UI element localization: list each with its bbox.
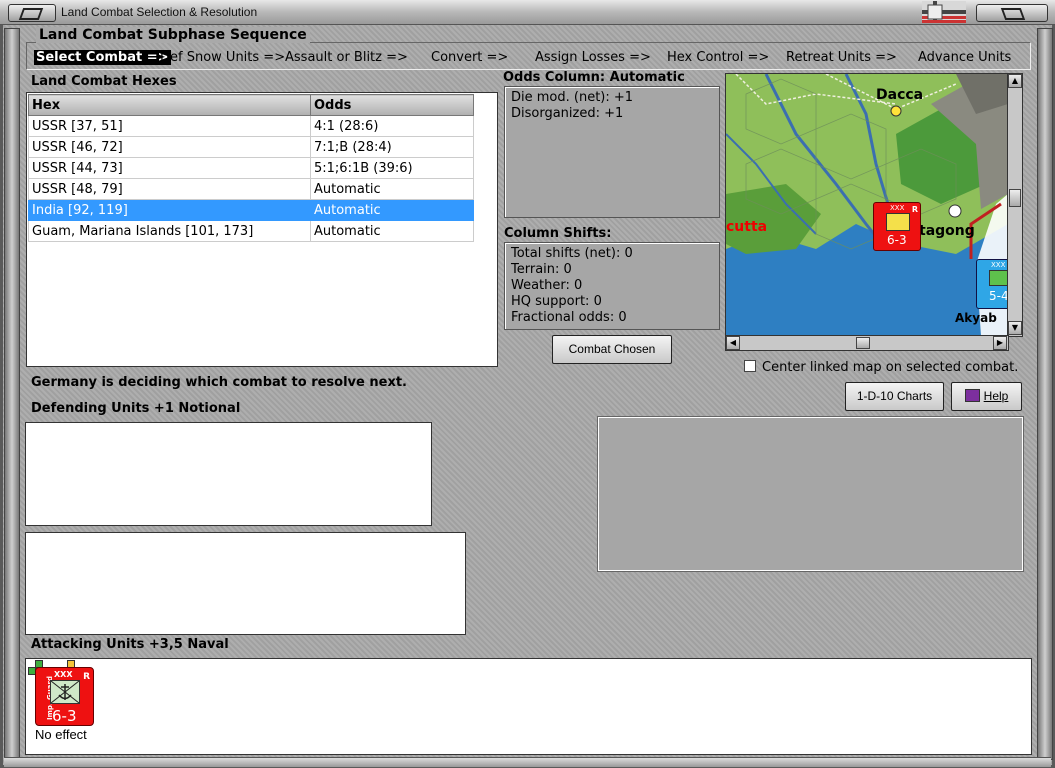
table-row-selected[interactable]: India [92, 119] Automatic xyxy=(28,199,474,221)
attacking-units-list[interactable] xyxy=(25,658,1032,755)
combat-info-panel xyxy=(597,416,1024,572)
step-assault-or-blitz: Assault or Blitz => xyxy=(285,50,408,65)
map-label-akyab: Akyab xyxy=(955,311,997,325)
subphase-sequence-legend: Land Combat Subphase Sequence xyxy=(36,27,310,43)
help-button[interactable]: Help xyxy=(951,382,1022,411)
odds-cell: 7:1;B (28:4) xyxy=(310,136,474,158)
unit-tag: R xyxy=(83,672,90,682)
table-row[interactable]: USSR [44, 73] 5:1;6:1B (39:6) xyxy=(28,157,474,179)
map-unit2-value: 5-4 xyxy=(989,289,1009,303)
title-bar: Land Combat Selection & Resolution xyxy=(0,0,1055,25)
column-shifts-panel: Total shifts (net): 0 Terrain: 0 Weather… xyxy=(504,242,720,330)
map-unit-counter[interactable]: XXX R 6-3 xyxy=(873,202,921,251)
center-linked-map-option[interactable]: Center linked map on selected combat. xyxy=(744,360,1018,375)
map-label-chittagong: tagong xyxy=(919,223,975,239)
odds-column-panel: Die mod. (net): +1 Disorganized: +1 xyxy=(504,86,720,218)
map-terrain xyxy=(726,74,1008,336)
table-row[interactable]: USSR [48, 79] Automatic xyxy=(28,178,474,200)
odds-cell: 4:1 (28:6) xyxy=(310,115,474,137)
scroll-down-icon[interactable]: ▼ xyxy=(1008,321,1022,335)
map-horizontal-scrollbar[interactable]: ◀ ▶ xyxy=(725,335,1009,351)
table-row[interactable]: USSR [37, 51] 4:1 (28:6) xyxy=(28,115,474,137)
map-unit-size: XXX xyxy=(890,204,905,212)
table-row[interactable]: Guam, Mariana Islands [101, 173] Automat… xyxy=(28,220,474,242)
hex-cell: USSR [46, 72] xyxy=(28,136,311,158)
map-label-calcutta: cutta xyxy=(726,219,768,235)
attacking-units-heading: Attacking Units +3,5 Naval xyxy=(31,637,229,652)
step-retreat-units: Retreat Units => xyxy=(786,50,897,65)
total-shifts-text: Total shifts (net): 0 xyxy=(511,246,633,261)
combat-result: No effect xyxy=(35,727,87,742)
hex-column-header[interactable]: Hex xyxy=(28,94,311,116)
map-vertical-scrollbar[interactable]: ▲ ▼ xyxy=(1007,73,1023,337)
hq-support-text: HQ support: 0 xyxy=(511,294,602,309)
die-modifier-text: Die mod. (net): +1 xyxy=(511,90,634,105)
odds-column-header[interactable]: Odds xyxy=(310,94,474,116)
scroll-up-icon[interactable]: ▲ xyxy=(1008,74,1022,88)
hex-cell: USSR [37, 51] xyxy=(28,115,311,137)
defending-units-detail[interactable] xyxy=(25,532,466,635)
hex-table-header: Hex Odds xyxy=(28,94,474,116)
center-linked-map-label: Center linked map on selected combat. xyxy=(762,360,1019,375)
map-hscroll-thumb[interactable] xyxy=(856,337,870,349)
close-button[interactable] xyxy=(976,4,1048,22)
terrain-shift-text: Terrain: 0 xyxy=(511,262,572,277)
hex-cell: Guam, Mariana Islands [101, 173] xyxy=(28,220,311,242)
fractional-odds-text: Fractional odds: 0 xyxy=(511,310,627,325)
scroll-left-icon[interactable]: ◀ xyxy=(726,336,740,350)
weather-shift-text: Weather: 0 xyxy=(511,278,583,293)
linked-map[interactable]: Dacca cutta tagong Akyab XXX R 6-3 XXX 5… xyxy=(725,73,1009,337)
scroll-right-icon[interactable]: ▶ xyxy=(993,336,1007,350)
table-row[interactable]: USSR [46, 72] 7:1;B (28:4) xyxy=(28,136,474,158)
map-unit-symbol-icon xyxy=(886,213,910,231)
column-shifts-heading: Column Shifts: xyxy=(504,226,612,241)
defending-units-list[interactable] xyxy=(25,422,432,526)
bottom-frame-bar xyxy=(4,757,1051,767)
hex-list-heading: Land Combat Hexes xyxy=(31,74,177,89)
unit-size: XXX xyxy=(54,670,73,679)
hex-cell: USSR [44, 73] xyxy=(28,157,311,179)
hex-list: Hex Odds USSR [37, 51] 4:1 (28:6) USSR [… xyxy=(26,92,498,367)
odds-column-heading: Odds Column: Automatic xyxy=(503,70,685,85)
window-title: Land Combat Selection & Resolution xyxy=(61,5,258,19)
status-message: Germany is deciding which combat to reso… xyxy=(31,375,407,390)
map-unit-value: 6-3 xyxy=(887,233,907,247)
step-assign-losses: Assign Losses => xyxy=(535,50,651,65)
unit-value: 6-3 xyxy=(52,707,77,725)
hex-cell: USSR [48, 79] xyxy=(28,178,311,200)
odds-cell: Automatic xyxy=(310,220,474,242)
help-button-label: Help xyxy=(983,389,1009,403)
help-book-icon xyxy=(964,389,980,402)
map-unit-counter-2[interactable]: XXX 5-4 xyxy=(976,259,1009,309)
amphibious-infantry-icon xyxy=(50,680,80,704)
map-label-dacca: Dacca xyxy=(876,87,924,103)
odds-cell: Automatic xyxy=(310,199,474,221)
map-vscroll-thumb[interactable] xyxy=(1009,189,1021,207)
right-frame-rail xyxy=(1037,28,1053,760)
map-unit2-symbol-icon xyxy=(989,270,1008,286)
attacking-unit-counter[interactable]: XXX R Imp. Guard 6-3 xyxy=(35,667,94,726)
step-hex-control: Hex Control => xyxy=(667,50,770,65)
map-unit2-size: XXX xyxy=(991,261,1006,269)
step-convert: Convert => xyxy=(431,50,509,65)
german-flag-icon xyxy=(922,1,966,23)
odds-cell: 5:1;6:1B (39:6) xyxy=(310,157,474,179)
center-linked-map-checkbox[interactable] xyxy=(744,360,756,372)
map-unit-tag: R xyxy=(911,205,918,214)
charts-button[interactable]: 1-D-10 Charts xyxy=(845,382,944,411)
odds-cell: Automatic xyxy=(310,178,474,200)
step-select-combat: Select Combat => xyxy=(34,50,171,65)
step-advance-units: Advance Units xyxy=(918,50,1012,65)
left-frame-rail xyxy=(4,28,20,760)
defending-units-heading: Defending Units +1 Notional xyxy=(31,401,241,416)
combat-chosen-button[interactable]: Combat Chosen xyxy=(552,335,672,364)
disorganized-text: Disorganized: +1 xyxy=(511,106,624,121)
minimize-button[interactable] xyxy=(8,4,56,22)
hex-cell: India [92, 119] xyxy=(28,199,311,221)
step-def-snow-units: Def Snow Units => xyxy=(160,50,286,65)
